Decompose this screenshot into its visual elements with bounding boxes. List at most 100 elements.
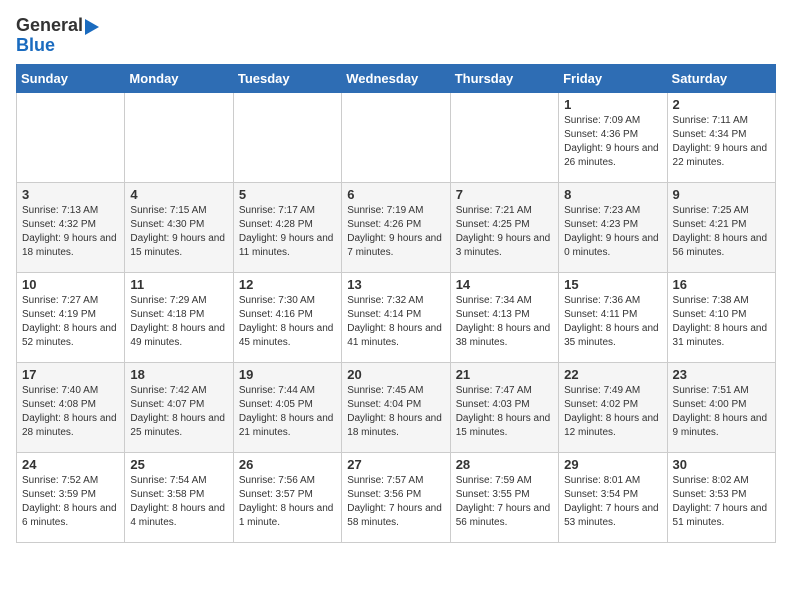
day-number: 12: [239, 277, 336, 292]
day-number: 26: [239, 457, 336, 472]
calendar-cell: [17, 92, 125, 182]
calendar-cell: 30Sunrise: 8:02 AM Sunset: 3:53 PM Dayli…: [667, 452, 775, 542]
day-info: Sunrise: 7:15 AM Sunset: 4:30 PM Dayligh…: [130, 204, 227, 260]
day-number: 18: [130, 367, 227, 382]
day-info: Sunrise: 7:52 AM Sunset: 3:59 PM Dayligh…: [22, 474, 119, 530]
weekday-header-thursday: Thursday: [450, 64, 558, 92]
calendar-cell: [125, 92, 233, 182]
weekday-header-wednesday: Wednesday: [342, 64, 450, 92]
calendar-table: SundayMondayTuesdayWednesdayThursdayFrid…: [16, 64, 776, 543]
logo-arrow-icon: [85, 19, 99, 35]
calendar-cell: 28Sunrise: 7:59 AM Sunset: 3:55 PM Dayli…: [450, 452, 558, 542]
calendar-cell: 4 Sunrise: 7:15 AM Sunset: 4:30 PM Daylig…: [125, 182, 233, 272]
calendar-cell: 17 Sunrise: 7:40 AM Sunset: 4:08 PM Dayli…: [17, 362, 125, 452]
calendar-cell: 7 Sunrise: 7:21 AM Sunset: 4:25 PM Daylig…: [450, 182, 558, 272]
calendar-week-4: 17 Sunrise: 7:40 AM Sunset: 4:08 PM Dayli…: [17, 362, 776, 452]
day-info: Sunrise: 7:21 AM Sunset: 4:25 PM Dayligh…: [456, 204, 553, 260]
day-info: Sunrise: 7:32 AM Sunset: 4:14 PM Dayligh…: [347, 294, 444, 350]
day-number: 9: [673, 187, 770, 202]
day-info: Sunrise: 7:56 AM Sunset: 3:57 PM Dayligh…: [239, 474, 336, 530]
calendar-cell: [450, 92, 558, 182]
day-number: 22: [564, 367, 661, 382]
day-info: Sunrise: 7:19 AM Sunset: 4:26 PM Dayligh…: [347, 204, 444, 260]
calendar-cell: 23 Sunrise: 7:51 AM Sunset: 4:00 PM Dayli…: [667, 362, 775, 452]
calendar-cell: 13 Sunrise: 7:32 AM Sunset: 4:14 PM Dayli…: [342, 272, 450, 362]
day-number: 7: [456, 187, 553, 202]
logo-text: General: [16, 16, 83, 36]
day-number: 14: [456, 277, 553, 292]
day-number: 13: [347, 277, 444, 292]
calendar-cell: 15Sunrise: 7:36 AM Sunset: 4:11 PM Dayli…: [559, 272, 667, 362]
calendar-cell: 20 Sunrise: 7:45 AM Sunset: 4:04 PM Dayli…: [342, 362, 450, 452]
day-info: Sunrise: 7:13 AM Sunset: 4:32 PM Dayligh…: [22, 204, 119, 260]
day-info: Sunrise: 7:57 AM Sunset: 3:56 PM Dayligh…: [347, 474, 444, 530]
day-number: 20: [347, 367, 444, 382]
weekday-header-saturday: Saturday: [667, 64, 775, 92]
day-number: 25: [130, 457, 227, 472]
logo-blue: Blue: [16, 36, 55, 56]
weekday-header-tuesday: Tuesday: [233, 64, 341, 92]
calendar-cell: 10 Sunrise: 7:27 AM Sunset: 4:19 PM Dayli…: [17, 272, 125, 362]
calendar-cell: 5Sunrise: 7:17 AM Sunset: 4:28 PM Daylig…: [233, 182, 341, 272]
calendar-cell: 11 Sunrise: 7:29 AM Sunset: 4:18 PM Dayli…: [125, 272, 233, 362]
day-number: 6: [347, 187, 444, 202]
day-info: Sunrise: 7:29 AM Sunset: 4:18 PM Dayligh…: [130, 294, 227, 350]
day-info: Sunrise: 7:11 AM Sunset: 4:34 PM Dayligh…: [673, 114, 770, 170]
day-number: 29: [564, 457, 661, 472]
day-number: 23: [673, 367, 770, 382]
day-info: Sunrise: 7:42 AM Sunset: 4:07 PM Dayligh…: [130, 384, 227, 440]
calendar-cell: 6 Sunrise: 7:19 AM Sunset: 4:26 PM Daylig…: [342, 182, 450, 272]
day-info: Sunrise: 7:36 AM Sunset: 4:11 PM Dayligh…: [564, 294, 661, 350]
day-number: 3: [22, 187, 119, 202]
day-info: Sunrise: 7:45 AM Sunset: 4:04 PM Dayligh…: [347, 384, 444, 440]
day-number: 24: [22, 457, 119, 472]
day-info: Sunrise: 7:44 AM Sunset: 4:05 PM Dayligh…: [239, 384, 336, 440]
day-info: Sunrise: 7:27 AM Sunset: 4:19 PM Dayligh…: [22, 294, 119, 350]
day-number: 2: [673, 97, 770, 112]
calendar-cell: 18 Sunrise: 7:42 AM Sunset: 4:07 PM Dayli…: [125, 362, 233, 452]
calendar-week-1: 1Sunrise: 7:09 AM Sunset: 4:36 PM Daylig…: [17, 92, 776, 182]
calendar-cell: [342, 92, 450, 182]
calendar-week-5: 24 Sunrise: 7:52 AM Sunset: 3:59 PM Dayli…: [17, 452, 776, 542]
calendar-cell: 25Sunrise: 7:54 AM Sunset: 3:58 PM Dayli…: [125, 452, 233, 542]
calendar-cell: 1Sunrise: 7:09 AM Sunset: 4:36 PM Daylig…: [559, 92, 667, 182]
weekday-header-friday: Friday: [559, 64, 667, 92]
calendar-cell: 19 Sunrise: 7:44 AM Sunset: 4:05 PM Dayli…: [233, 362, 341, 452]
day-number: 21: [456, 367, 553, 382]
calendar-cell: 3 Sunrise: 7:13 AM Sunset: 4:32 PM Daylig…: [17, 182, 125, 272]
day-info: Sunrise: 7:59 AM Sunset: 3:55 PM Dayligh…: [456, 474, 553, 530]
calendar-cell: [233, 92, 341, 182]
day-info: Sunrise: 7:25 AM Sunset: 4:21 PM Dayligh…: [673, 204, 770, 260]
day-info: Sunrise: 8:02 AM Sunset: 3:53 PM Dayligh…: [673, 474, 770, 530]
day-number: 4: [130, 187, 227, 202]
day-info: Sunrise: 7:49 AM Sunset: 4:02 PM Dayligh…: [564, 384, 661, 440]
calendar-cell: 14 Sunrise: 7:34 AM Sunset: 4:13 PM Dayli…: [450, 272, 558, 362]
day-number: 27: [347, 457, 444, 472]
day-info: Sunrise: 7:40 AM Sunset: 4:08 PM Dayligh…: [22, 384, 119, 440]
calendar-cell: 24 Sunrise: 7:52 AM Sunset: 3:59 PM Dayli…: [17, 452, 125, 542]
day-number: 10: [22, 277, 119, 292]
calendar-cell: 22 Sunrise: 7:49 AM Sunset: 4:02 PM Dayli…: [559, 362, 667, 452]
logo: General Blue: [16, 16, 99, 56]
day-number: 17: [22, 367, 119, 382]
day-info: Sunrise: 7:34 AM Sunset: 4:13 PM Dayligh…: [456, 294, 553, 350]
day-number: 11: [130, 277, 227, 292]
calendar-cell: 2 Sunrise: 7:11 AM Sunset: 4:34 PM Daylig…: [667, 92, 775, 182]
day-info: Sunrise: 7:30 AM Sunset: 4:16 PM Dayligh…: [239, 294, 336, 350]
day-info: Sunrise: 7:47 AM Sunset: 4:03 PM Dayligh…: [456, 384, 553, 440]
calendar-cell: 27 Sunrise: 7:57 AM Sunset: 3:56 PM Dayli…: [342, 452, 450, 542]
day-info: Sunrise: 8:01 AM Sunset: 3:54 PM Dayligh…: [564, 474, 661, 530]
day-number: 16: [673, 277, 770, 292]
header: General Blue: [16, 16, 776, 56]
calendar-week-2: 3 Sunrise: 7:13 AM Sunset: 4:32 PM Daylig…: [17, 182, 776, 272]
calendar-cell: 29 Sunrise: 8:01 AM Sunset: 3:54 PM Dayli…: [559, 452, 667, 542]
day-number: 19: [239, 367, 336, 382]
calendar-cell: 12 Sunrise: 7:30 AM Sunset: 4:16 PM Dayli…: [233, 272, 341, 362]
calendar-cell: 9 Sunrise: 7:25 AM Sunset: 4:21 PM Daylig…: [667, 182, 775, 272]
day-info: Sunrise: 7:51 AM Sunset: 4:00 PM Dayligh…: [673, 384, 770, 440]
day-info: Sunrise: 7:23 AM Sunset: 4:23 PM Dayligh…: [564, 204, 661, 260]
calendar-week-3: 10 Sunrise: 7:27 AM Sunset: 4:19 PM Dayli…: [17, 272, 776, 362]
day-info: Sunrise: 7:38 AM Sunset: 4:10 PM Dayligh…: [673, 294, 770, 350]
day-number: 5: [239, 187, 336, 202]
day-number: 1: [564, 97, 661, 112]
